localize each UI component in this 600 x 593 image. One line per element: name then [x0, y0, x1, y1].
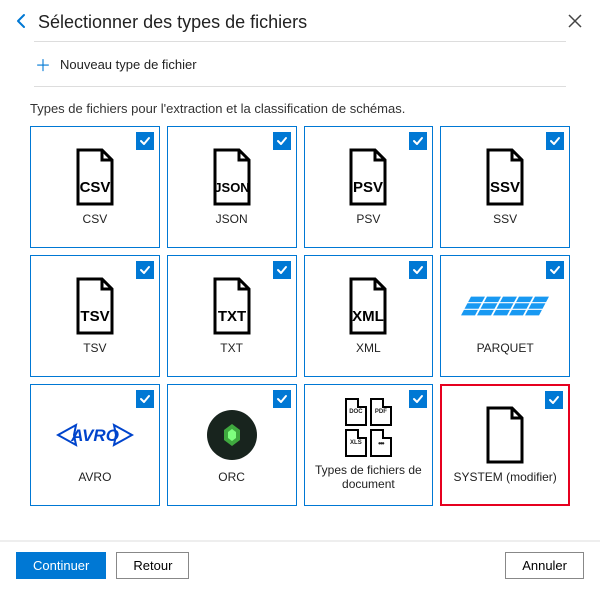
checkmark-icon — [273, 261, 291, 279]
file-type-label: PSV — [352, 212, 384, 226]
svg-text:SSV: SSV — [490, 179, 520, 196]
checkmark-icon — [136, 261, 154, 279]
checkmark-icon — [546, 132, 564, 150]
file-type-label: PARQUET — [473, 341, 538, 355]
svg-text:CSV: CSV — [79, 179, 110, 196]
parquet-icon — [461, 296, 549, 315]
back-button[interactable]: Retour — [116, 552, 189, 579]
file-type-label: XML — [352, 341, 385, 355]
new-file-type-button[interactable]: ＋ Nouveau type de fichier — [34, 41, 566, 87]
file-type-icon: TXT — [209, 277, 255, 335]
svg-text:TXT: TXT — [217, 308, 245, 325]
file-type-tile[interactable]: JSON JSON — [167, 126, 297, 248]
file-type-icon: AVRO — [56, 406, 134, 464]
file-type-tile[interactable]: PARQUET — [440, 255, 570, 377]
checkmark-icon — [136, 132, 154, 150]
svg-text:JSON: JSON — [214, 180, 249, 195]
checkmark-icon — [409, 132, 427, 150]
file-type-tile[interactable]: TSV TSV — [30, 255, 160, 377]
file-type-tile[interactable]: XML XML — [304, 255, 434, 377]
file-type-tile[interactable]: AVRO AVRO — [30, 384, 160, 506]
file-type-tile[interactable]: TXT TXT — [167, 255, 297, 377]
file-type-label: SYSTEM (modifier) — [449, 470, 560, 484]
page-title: Sélectionner des types de fichiers — [38, 12, 564, 33]
file-type-label: TSV — [79, 341, 110, 355]
file-type-icon: CSV — [72, 148, 118, 206]
checkmark-icon — [546, 261, 564, 279]
file-type-icon — [482, 406, 528, 464]
file-type-icon: DOCPDF XLS — [345, 399, 392, 457]
back-arrow-icon[interactable] — [14, 13, 30, 32]
svg-text:XML: XML — [353, 308, 385, 325]
subtitle: Types de fichiers pour l'extraction et l… — [0, 87, 600, 126]
plus-icon: ＋ — [34, 52, 52, 76]
svg-text:PSV: PSV — [353, 179, 383, 196]
checkmark-icon — [273, 390, 291, 408]
file-type-label: CSV — [79, 212, 112, 226]
continue-button[interactable]: Continuer — [16, 552, 106, 579]
checkmark-icon — [545, 391, 563, 409]
avro-icon: AVRO — [56, 415, 134, 455]
file-type-icon: SSV — [482, 148, 528, 206]
file-type-tile[interactable]: CSV CSV — [30, 126, 160, 248]
file-type-tile[interactable]: ORC — [167, 384, 297, 506]
file-type-grid: CSV CSV JSON JSON PSV PSV SSV SSV TSV TS… — [0, 126, 600, 506]
file-type-tile[interactable]: SYSTEM (modifier) — [440, 384, 570, 506]
file-type-tile[interactable]: DOCPDF XLS Types de fichiers de document — [304, 384, 434, 506]
file-type-tile[interactable]: SSV SSV — [440, 126, 570, 248]
new-file-type-label: Nouveau type de fichier — [60, 57, 197, 72]
checkmark-icon — [273, 132, 291, 150]
orc-icon — [207, 410, 257, 460]
file-type-icon: PSV — [345, 148, 391, 206]
checkmark-icon — [136, 390, 154, 408]
file-type-icon: TSV — [72, 277, 118, 335]
file-type-label: Types de fichiers de document — [305, 463, 433, 492]
file-type-label: ORC — [214, 470, 249, 484]
close-icon[interactable] — [564, 12, 586, 33]
file-type-label: JSON — [212, 212, 252, 226]
file-type-tile[interactable]: PSV PSV — [304, 126, 434, 248]
svg-text:TSV: TSV — [80, 308, 109, 325]
document-types-icon: DOCPDF XLS — [345, 398, 392, 457]
checkmark-icon — [409, 261, 427, 279]
file-type-label: TXT — [216, 341, 247, 355]
file-type-icon: XML — [345, 277, 391, 335]
cancel-button[interactable]: Annuler — [505, 552, 584, 579]
file-type-icon: JSON — [209, 148, 255, 206]
svg-text:AVRO: AVRO — [70, 426, 119, 445]
file-type-icon — [207, 406, 257, 464]
file-type-icon — [466, 277, 544, 335]
file-type-label: SSV — [489, 212, 521, 226]
checkmark-icon — [409, 390, 427, 408]
file-type-label: AVRO — [74, 470, 115, 484]
